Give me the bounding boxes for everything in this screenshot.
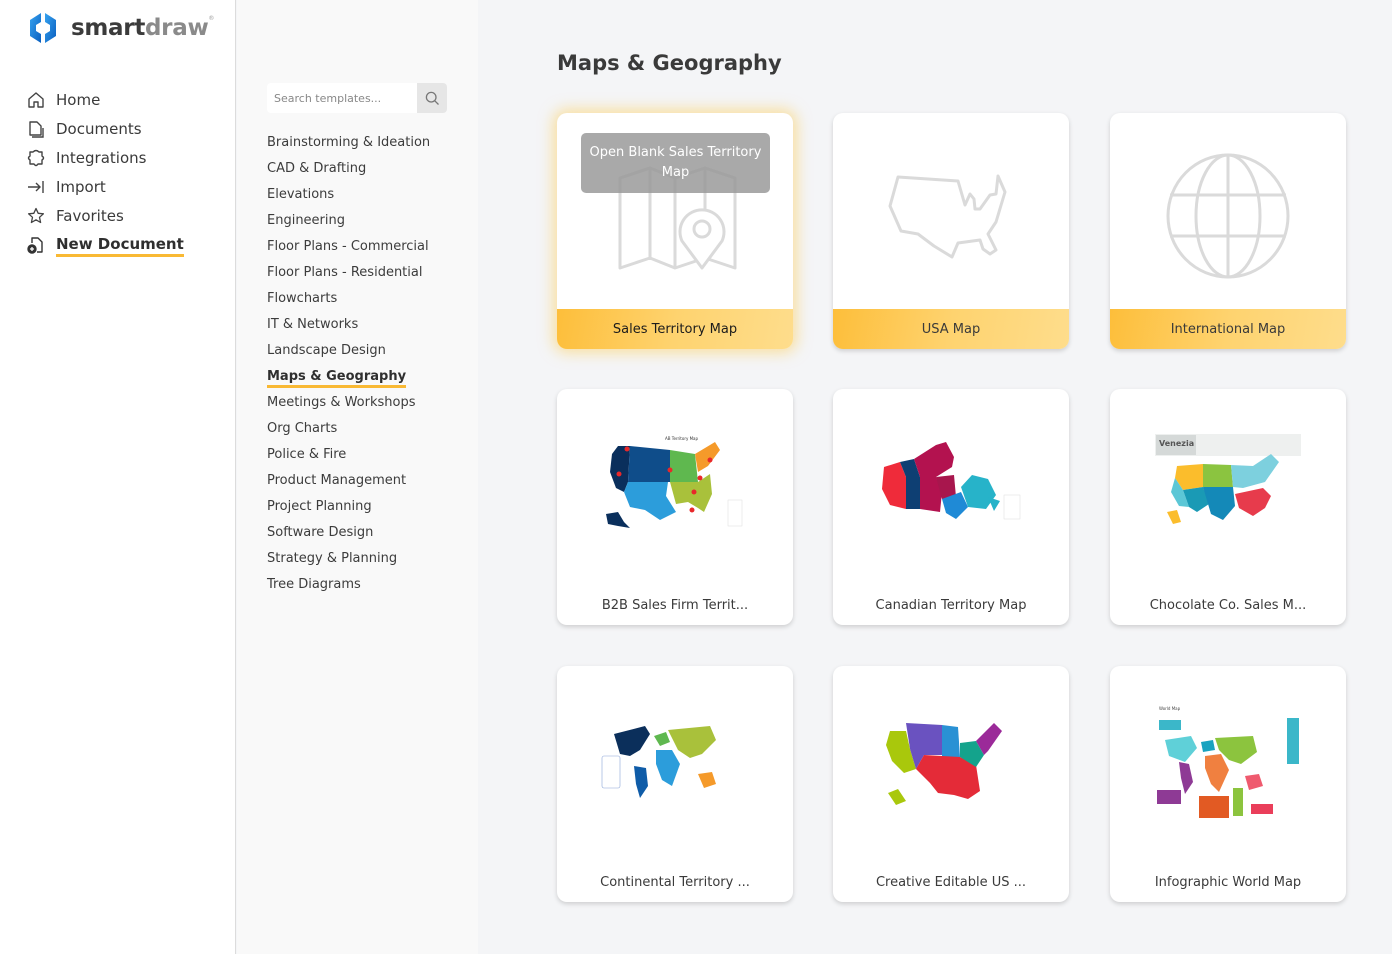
star-icon (27, 207, 45, 225)
category-list: Brainstorming & Ideation CAD & Drafting … (267, 132, 430, 600)
smartdraw-logo-icon (30, 13, 56, 43)
example-template-card[interactable]: World Map Infographic World Map (1110, 666, 1346, 902)
category-item[interactable]: Product Management (267, 470, 430, 496)
import-icon (27, 178, 45, 196)
category-item[interactable]: Landscape Design (267, 340, 430, 366)
nav-item-import[interactable]: Import (27, 172, 184, 201)
nav-label: New Document (56, 235, 184, 257)
blank-template-usa-map[interactable]: USA Map (833, 113, 1069, 349)
template-label: B2B Sales Firm Territ... (601, 597, 749, 613)
new-document-icon (27, 236, 45, 254)
left-navigation: smartdraw® Home Documents Integrations I… (0, 0, 236, 954)
search-button[interactable] (417, 83, 447, 113)
template-gallery: Maps & Geography Open Blank Sales Territ… (478, 0, 1392, 954)
category-item[interactable]: Software Design (267, 522, 430, 548)
documents-icon (27, 120, 45, 138)
nav-item-integrations[interactable]: Integrations (27, 143, 184, 172)
canada-territory-map-image (882, 442, 1021, 520)
nav-item-favorites[interactable]: Favorites (27, 201, 184, 230)
category-item[interactable]: Project Planning (267, 496, 430, 522)
usa-territory-map-image: AB Territory Map (606, 436, 743, 528)
template-label: USA Map (833, 309, 1069, 349)
category-item-active[interactable]: Maps & Geography (267, 366, 430, 392)
category-item[interactable]: Org Charts (267, 418, 430, 444)
example-template-card[interactable]: Creative Editable US ... (833, 666, 1069, 902)
svg-text:World Map: World Map (1159, 706, 1181, 711)
category-item[interactable]: Strategy & Planning (267, 548, 430, 574)
category-item[interactable]: Floor Plans - Residential (267, 262, 430, 288)
nav-label: Favorites (56, 206, 124, 225)
category-item[interactable]: Police & Fire (267, 444, 430, 470)
template-label: Continental Territory ... (600, 874, 750, 890)
creative-us-map-thumbnail (833, 666, 1069, 862)
canada-territory-map-thumbnail (833, 389, 1069, 585)
creative-us-map-image (886, 723, 1002, 805)
example-template-card[interactable]: AB Territory Map B2B Sales Firm Territ..… (557, 389, 793, 625)
venezia-sales-map-image: Venezia (1155, 434, 1301, 524)
svg-text:Venezia: Venezia (1159, 439, 1194, 448)
nav-item-home[interactable]: Home (27, 85, 184, 114)
usa-outline-icon (888, 174, 1007, 259)
category-item[interactable]: Tree Diagrams (267, 574, 430, 600)
category-item[interactable]: Floor Plans - Commercial (267, 236, 430, 262)
template-label: Sales Territory Map (557, 309, 793, 349)
template-label: Creative Editable US ... (875, 874, 1027, 890)
blank-template-sales-territory-map[interactable]: Open Blank Sales Territory Map Sales Ter… (557, 113, 793, 349)
world-territory-map-image (601, 726, 716, 798)
template-thumbnail (833, 113, 1069, 309)
example-template-card[interactable]: Continental Territory ... (557, 666, 793, 902)
page-title: Maps & Geography (557, 51, 782, 75)
category-item[interactable]: Elevations (267, 184, 430, 210)
category-item[interactable]: Flowcharts (267, 288, 430, 314)
template-label: Canadian Territory Map (875, 597, 1027, 613)
infographic-world-map-image: World Map (1157, 706, 1299, 818)
logo-wordmark: smartdraw® (71, 15, 215, 41)
example-template-card[interactable]: Canadian Territory Map (833, 389, 1069, 625)
template-label: Infographic World Map (1154, 874, 1302, 890)
category-item[interactable]: IT & Networks (267, 314, 430, 340)
template-search (267, 83, 447, 113)
category-item[interactable]: Brainstorming & Ideation (267, 132, 430, 158)
template-thumbnail: Open Blank Sales Territory Map (557, 113, 793, 309)
nav-label: Documents (56, 119, 142, 138)
search-icon (425, 91, 439, 105)
infographic-world-map-thumbnail: World Map (1110, 666, 1346, 862)
integrations-icon (27, 149, 45, 167)
template-label: Chocolate Co. Sales M... (1149, 597, 1307, 613)
open-blank-tooltip: Open Blank Sales Territory Map (581, 133, 770, 193)
chocolate-sales-map-thumbnail: Venezia (1110, 389, 1346, 585)
nav-label: Integrations (56, 148, 147, 167)
nav-item-documents[interactable]: Documents (27, 114, 184, 143)
nav-label: Home (56, 90, 101, 109)
svg-text:AB Territory Map: AB Territory Map (665, 436, 699, 441)
category-panel: Brainstorming & Ideation CAD & Drafting … (237, 0, 478, 954)
nav-label: Import (56, 177, 106, 196)
category-item[interactable]: CAD & Drafting (267, 158, 430, 184)
b2b-territory-map-thumbnail: AB Territory Map (557, 389, 793, 585)
home-icon (27, 91, 45, 109)
category-item[interactable]: Meetings & Workshops (267, 392, 430, 418)
continental-territory-map-thumbnail (557, 666, 793, 862)
template-thumbnail (1110, 113, 1346, 309)
globe-icon (1166, 153, 1290, 279)
category-item[interactable]: Engineering (267, 210, 430, 236)
search-input[interactable] (267, 83, 417, 113)
template-label: International Map (1110, 309, 1346, 349)
example-template-card[interactable]: Venezia Chocolate Co. Sales M... (1110, 389, 1346, 625)
smartdraw-logo[interactable]: smartdraw® (27, 12, 214, 44)
blank-template-international-map[interactable]: International Map (1110, 113, 1346, 349)
nav-item-new-document[interactable]: New Document (27, 230, 184, 259)
main-nav: Home Documents Integrations Import Favor… (27, 85, 184, 259)
